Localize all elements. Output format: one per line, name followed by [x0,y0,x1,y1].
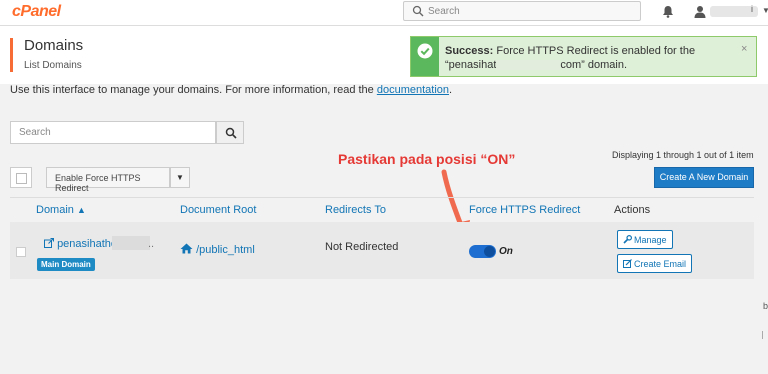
close-icon[interactable]: × [741,43,747,55]
page-title: Domains [24,37,84,54]
page-subtitle: List Domains [24,60,82,71]
user-icon[interactable] [694,5,706,18]
intro-end: . [449,84,453,96]
column-domain-label: Domain [36,204,74,216]
column-actions: Actions [614,204,651,216]
domain-search-placeholder: Search [19,127,51,138]
search-button[interactable] [216,121,244,144]
cpanel-logo[interactable]: cPanel [12,3,61,21]
intro-text: Use this interface to manage your domain… [10,84,452,96]
checkbox-box [16,173,27,184]
select-all-checkbox[interactable] [10,167,32,188]
top-bar: cPanel Search i ▼ [0,0,768,26]
column-domain[interactable]: Domain ▲ [36,204,86,216]
column-document-root[interactable]: Document Root [180,204,256,216]
header-accent-bar [10,38,13,72]
documentation-link[interactable]: documentation [377,84,449,96]
home-icon [180,243,193,254]
column-force-https[interactable]: Force HTTPS Redirect [469,204,580,216]
edit-icon [623,259,632,268]
row-checkbox[interactable] [16,247,26,257]
toggle-state-label: On [499,246,513,257]
main-domain-badge: Main Domain [37,258,95,271]
bulk-action-button[interactable]: Enable Force HTTPS Redirect [46,167,170,193]
column-redirects-to[interactable]: Redirects To [325,204,386,216]
table-header: Domain ▲ Document Root Redirects To Forc… [10,197,754,223]
alert-body: Force HTTPS Redirect is enabled for the [496,45,696,57]
chevron-down-icon[interactable]: ▼ [170,167,190,188]
manage-button[interactable]: Manage [617,230,673,249]
search-icon [225,127,237,139]
alert-icon-strip [411,37,439,76]
user-initial[interactable]: i [751,4,753,14]
wrench-icon [623,235,632,244]
user-menu-caret-icon[interactable]: ▼ [762,6,768,15]
table-row: penasihatho .. Main Domain /public_html … [10,222,754,279]
create-domain-button[interactable]: Create A New Domain [654,167,754,188]
create-email-button[interactable]: Create Email [617,254,692,273]
domain-redacted [112,236,150,250]
alert-message: Success: Force HTTPS Redirect is enabled… [445,44,735,72]
alert-domain-redacted [496,60,561,71]
document-root-link[interactable]: /public_html [180,243,255,256]
bell-icon[interactable] [662,5,674,18]
bulk-action-label: Enable Force HTTPS Redirect [55,173,141,193]
force-https-toggle[interactable] [469,245,496,258]
domain-trailing: .. [148,238,155,250]
edge-divider [762,331,767,339]
sort-up-icon: ▲ [76,205,86,215]
manage-label: Manage [634,235,667,245]
global-search-placeholder: Search [428,6,460,17]
domain-link[interactable]: penasihatho [44,238,117,250]
alert-domain-suffix: com” domain. [560,59,628,71]
toggle-knob [484,246,495,257]
alert-strong: Success: [445,45,494,57]
annotation-text: Pastikan pada posisi “ON” [338,151,516,167]
create-email-label: Create Email [634,259,687,269]
redirect-status: Not Redirected [325,241,399,253]
global-search-input[interactable]: Search [403,1,641,21]
success-alert: Success: Force HTTPS Redirect is enabled… [410,36,757,77]
pagination-info: Displaying 1 through 1 out of 1 item [612,150,754,160]
domain-name: penasihatho [57,238,118,250]
edge-letter: b [763,301,768,311]
intro-body: Use this interface to manage your domain… [10,84,377,96]
external-link-icon [44,238,54,248]
search-icon [412,5,424,17]
document-root-path: /public_html [196,244,255,256]
check-circle-icon [417,43,433,59]
domain-search-input[interactable]: Search [10,121,216,144]
alert-domain-prefix: “penasihat [445,59,497,71]
